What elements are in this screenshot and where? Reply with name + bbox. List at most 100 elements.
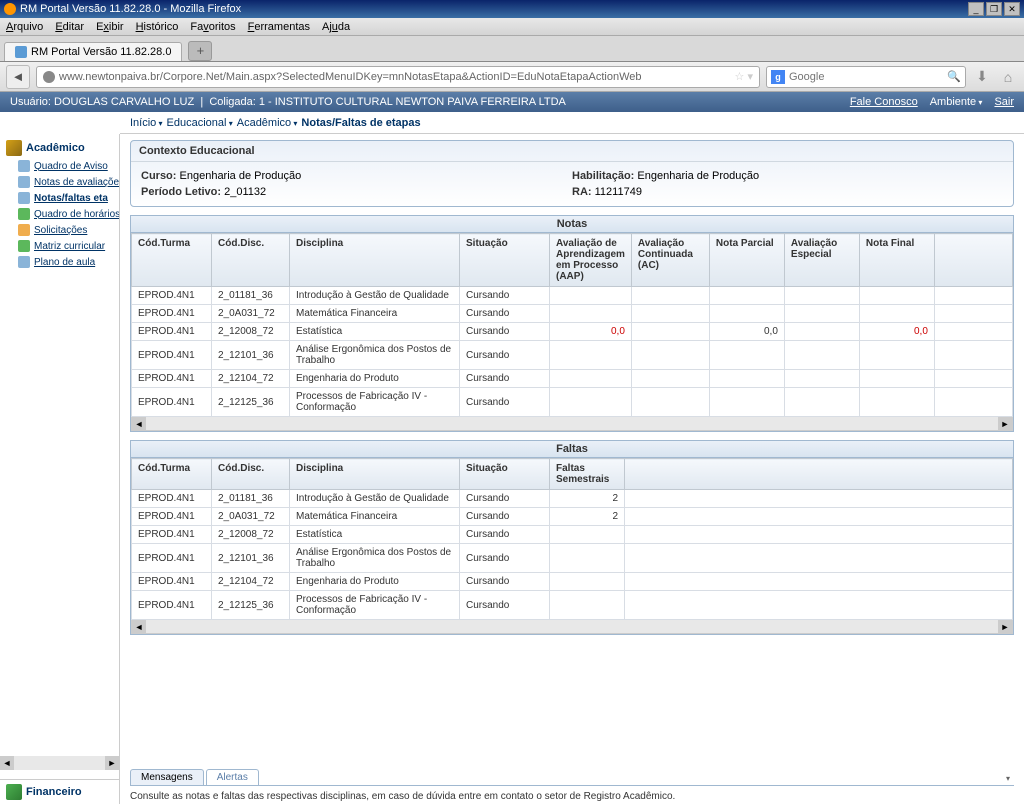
table-row: EPROD.4N12_12104_72Engenharia do Produto… bbox=[132, 573, 1013, 591]
cell-disc: 2_12101_36 bbox=[212, 341, 290, 370]
cell-disc: 2_01181_36 bbox=[212, 287, 290, 305]
search-icon[interactable]: 🔍 bbox=[947, 70, 961, 83]
table-row: EPROD.4N12_0A031_72Matemática Financeira… bbox=[132, 305, 1013, 323]
browser-tab[interactable]: RM Portal Versão 11.82.28.0 bbox=[4, 42, 182, 61]
scroll-left-icon[interactable]: ◄ bbox=[132, 620, 146, 634]
bookmark-star-icon[interactable]: ☆ ▾ bbox=[735, 70, 753, 83]
scroll-left-icon[interactable]: ◄ bbox=[132, 417, 146, 431]
sidebar: Acadêmico Quadro de Aviso Notas de avali… bbox=[0, 134, 120, 804]
menu-favoritos[interactable]: Favoritos bbox=[190, 21, 235, 33]
th-disciplina: Disciplina bbox=[290, 459, 460, 490]
sidebar-financeiro-header[interactable]: Financeiro bbox=[0, 779, 119, 804]
cell-situacao: Cursando bbox=[460, 287, 550, 305]
collapse-icon[interactable]: ▾ bbox=[1002, 772, 1014, 785]
search-input[interactable] bbox=[789, 71, 943, 83]
cell-disc: 2_12125_36 bbox=[212, 388, 290, 417]
restore-button[interactable]: ❐ bbox=[986, 2, 1002, 16]
crumb-educacional[interactable]: Educacional bbox=[167, 117, 233, 129]
cell-ac bbox=[631, 370, 709, 388]
menu-historico[interactable]: Histórico bbox=[136, 21, 179, 33]
scroll-right-icon[interactable]: ► bbox=[998, 417, 1012, 431]
cell-turma: EPROD.4N1 bbox=[132, 370, 212, 388]
scroll-right-icon[interactable]: ► bbox=[105, 756, 119, 770]
url-bar[interactable]: www.newtonpaiva.br/Corpore.Net/Main.aspx… bbox=[36, 66, 760, 88]
home-icon[interactable]: ⌂ bbox=[998, 67, 1018, 87]
menu-ferramentas[interactable]: Ferramentas bbox=[248, 21, 310, 33]
sidebar-item-plano-aula[interactable]: Plano de aula bbox=[0, 254, 119, 270]
sidebar-scrollbar[interactable]: ◄ ► bbox=[0, 756, 119, 770]
new-tab-button[interactable]: + bbox=[188, 41, 212, 61]
periodo-value: 2_01132 bbox=[224, 186, 266, 198]
sidebar-item-quadro-horarios[interactable]: Quadro de horários bbox=[0, 206, 119, 222]
cell-disciplina: Processos de Fabricação IV - Conformação bbox=[290, 388, 460, 417]
cell-sem: 2 bbox=[550, 508, 625, 526]
menu-ajuda[interactable]: Ajuda bbox=[322, 21, 350, 33]
cell-turma: EPROD.4N1 bbox=[132, 508, 212, 526]
cell-sem: 2 bbox=[550, 490, 625, 508]
cell-ac bbox=[631, 305, 709, 323]
crumb-inicio[interactable]: Início bbox=[130, 117, 163, 129]
cell-sem bbox=[550, 573, 625, 591]
cell-disciplina: Análise Ergonômica dos Postos de Trabalh… bbox=[290, 544, 460, 573]
th-aap: Avaliação de Aprendizagem em Processo (A… bbox=[550, 234, 632, 287]
close-button[interactable]: ✕ bbox=[1004, 2, 1020, 16]
minimize-button[interactable]: _ bbox=[968, 2, 984, 16]
doc-icon bbox=[18, 176, 30, 188]
cell-aap bbox=[550, 287, 632, 305]
firefox-icon bbox=[4, 3, 16, 15]
window-title: RM Portal Versão 11.82.28.0 - Mozilla Fi… bbox=[20, 3, 241, 15]
download-icon[interactable]: ⬇ bbox=[972, 67, 992, 87]
tab-alertas[interactable]: Alertas bbox=[206, 769, 259, 785]
sidebar-item-matriz[interactable]: Matriz curricular bbox=[0, 238, 119, 254]
cell-parcial bbox=[709, 370, 784, 388]
fale-conosco-link[interactable]: Fale Conosco bbox=[850, 96, 918, 108]
notas-table: Cód.Turma Cód.Disc. Disciplina Situação … bbox=[131, 233, 1013, 417]
table-row: EPROD.4N12_0A031_72Matemática Financeira… bbox=[132, 508, 1013, 526]
cell-turma: EPROD.4N1 bbox=[132, 544, 212, 573]
crumb-academico[interactable]: Acadêmico bbox=[237, 117, 298, 129]
cell-sem bbox=[550, 544, 625, 573]
hab-label: Habilitação: bbox=[572, 170, 634, 182]
th-disc: Cód.Disc. bbox=[212, 234, 290, 287]
user-name: DOUGLAS CARVALHO LUZ bbox=[54, 96, 194, 108]
cell-disc: 2_12008_72 bbox=[212, 323, 290, 341]
sidebar-item-notas-faltas[interactable]: Notas/faltas eta bbox=[0, 190, 119, 206]
google-icon: g bbox=[771, 70, 785, 84]
th-disc: Cód.Disc. bbox=[212, 459, 290, 490]
sair-link[interactable]: Sair bbox=[994, 96, 1014, 108]
cell-situacao: Cursando bbox=[460, 323, 550, 341]
hab-value: Engenharia de Produção bbox=[637, 170, 759, 182]
cell-final: 0,0 bbox=[859, 323, 934, 341]
cell-situacao: Cursando bbox=[460, 573, 550, 591]
back-button[interactable]: ◄ bbox=[6, 65, 30, 89]
scroll-left-icon[interactable]: ◄ bbox=[0, 756, 14, 770]
search-box[interactable]: g 🔍 bbox=[766, 66, 966, 88]
sidebar-item-notas-avaliacoes[interactable]: Notas de avaliaçõe bbox=[0, 174, 119, 190]
menu-exibir[interactable]: Exibir bbox=[96, 21, 124, 33]
cell-aap bbox=[550, 388, 632, 417]
cell-disc: 2_12008_72 bbox=[212, 526, 290, 544]
ambiente-dropdown[interactable]: Ambiente bbox=[930, 96, 983, 108]
sidebar-item-quadro-aviso[interactable]: Quadro de Aviso bbox=[0, 158, 119, 174]
cell-disciplina: Engenharia do Produto bbox=[290, 573, 460, 591]
cell-disc: 2_12125_36 bbox=[212, 591, 290, 620]
cell-disciplina: Processos de Fabricação IV - Conformação bbox=[290, 591, 460, 620]
menu-arquivo[interactable]: AArquivorquivo bbox=[6, 21, 43, 33]
table-row: EPROD.4N12_12101_36Análise Ergonômica do… bbox=[132, 544, 1013, 573]
faltas-table-wrap: Faltas Cód.Turma Cód.Disc. Disciplina Si… bbox=[130, 440, 1014, 635]
cell-parcial: 0,0 bbox=[709, 323, 784, 341]
notas-table-wrap: Notas Cód.Turma Cód.Disc. Disciplina Sit… bbox=[130, 215, 1014, 432]
th-turma: Cód.Turma bbox=[132, 459, 212, 490]
faltas-scrollbar[interactable]: ◄► bbox=[131, 620, 1013, 634]
scroll-right-icon[interactable]: ► bbox=[998, 620, 1012, 634]
sidebar-item-solicitacoes[interactable]: Solicitações bbox=[0, 222, 119, 238]
cell-aap bbox=[550, 341, 632, 370]
table-row: EPROD.4N12_12125_36Processos de Fabricaç… bbox=[132, 388, 1013, 417]
cell-disciplina: Introdução à Gestão de Qualidade bbox=[290, 287, 460, 305]
cell-ac bbox=[631, 388, 709, 417]
menu-editar[interactable]: Editar bbox=[55, 21, 84, 33]
book-icon bbox=[6, 140, 22, 156]
tab-mensagens[interactable]: Mensagens bbox=[130, 769, 204, 785]
sidebar-academico-header[interactable]: Acadêmico bbox=[0, 138, 119, 158]
notas-scrollbar[interactable]: ◄► bbox=[131, 417, 1013, 431]
